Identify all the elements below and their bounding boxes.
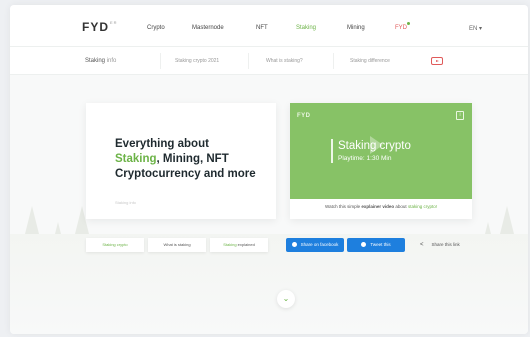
page-frame: FYDER Crypto Masternode NFT Staking Mini… bbox=[10, 5, 528, 334]
divider bbox=[248, 53, 249, 69]
subnav-link-staking-2021[interactable]: Staking crypto 2021 bbox=[175, 58, 219, 64]
language-selector[interactable]: EN ▾ bbox=[469, 25, 482, 32]
share-facebook-button[interactable]: Share on facebook bbox=[286, 238, 344, 252]
chevron-down-icon[interactable]: ⌄ bbox=[277, 290, 295, 308]
logo-text: FYD bbox=[82, 20, 109, 34]
video-title-bar bbox=[331, 139, 333, 163]
breadcrumb: Staking info bbox=[85, 58, 116, 64]
nav-item-staking[interactable]: Staking bbox=[296, 25, 316, 31]
logo-sup: ER bbox=[110, 20, 118, 25]
video-card: FYD i Staking crypto Playtime: 1:30 Min … bbox=[290, 103, 472, 219]
headline-staking: Staking bbox=[115, 153, 157, 165]
caption-prefix: Watch this simple bbox=[325, 204, 361, 209]
nav-item-masternode[interactable]: Masternode bbox=[192, 25, 224, 31]
pill-text: What is staking bbox=[163, 242, 191, 247]
hero-text-card: Everything about Staking, Mining, NFT Cr… bbox=[86, 103, 276, 219]
new-dot-icon bbox=[407, 22, 410, 25]
sub-navigation: Staking info Staking crypto 2021 What is… bbox=[10, 47, 528, 75]
facebook-label: Share on facebook bbox=[300, 242, 339, 247]
nav-item-mining[interactable]: Mining bbox=[347, 25, 365, 31]
share-link-button[interactable]: < Share this link bbox=[420, 238, 472, 252]
explainer-video[interactable]: FYD i Staking crypto Playtime: 1:30 Min bbox=[290, 103, 472, 199]
youtube-icon[interactable] bbox=[431, 57, 443, 65]
share-link-label: Share this link bbox=[431, 242, 460, 247]
divider bbox=[333, 53, 334, 69]
video-logo: FYD bbox=[297, 113, 311, 119]
hero-headline: Everything about Staking, Mining, NFT Cr… bbox=[115, 137, 285, 182]
brand-logo[interactable]: FYDER bbox=[82, 20, 118, 34]
pill-what-is-staking[interactable]: What is staking bbox=[148, 238, 206, 252]
headline-line3: Cryptocurrency and more bbox=[115, 168, 256, 180]
video-title: Staking crypto bbox=[338, 140, 411, 152]
caption-mid: about bbox=[395, 204, 407, 209]
twitter-icon bbox=[361, 242, 367, 247]
pill-green-text: Staking crypto bbox=[102, 242, 128, 247]
top-navigation: FYDER Crypto Masternode NFT Staking Mini… bbox=[10, 5, 528, 47]
subnav-link-what-is-staking[interactable]: What is staking? bbox=[266, 58, 303, 64]
pill-staking-crypto[interactable]: Staking crypto bbox=[86, 238, 144, 252]
breadcrumb-current: info bbox=[106, 58, 117, 64]
caption-link[interactable]: staking crypto! bbox=[408, 204, 437, 209]
pill-green-text: Staking bbox=[223, 242, 237, 247]
headline-rest: , Mining, NFT bbox=[156, 153, 229, 165]
divider bbox=[160, 53, 161, 69]
pill-staking-explained[interactable]: Staking explained bbox=[210, 238, 268, 252]
faint-text: Staking info bbox=[115, 200, 136, 205]
nav-item-crypto[interactable]: Crypto bbox=[147, 25, 165, 31]
video-caption: Watch this simple explainer video about … bbox=[290, 204, 472, 209]
share-icon: < bbox=[420, 242, 424, 248]
breadcrumb-root[interactable]: Staking bbox=[85, 58, 105, 64]
pill-text: explained bbox=[237, 242, 255, 247]
headline-prefix: Everything about bbox=[115, 138, 209, 150]
video-playtime: Playtime: 1:30 Min bbox=[338, 155, 392, 162]
info-icon[interactable]: i bbox=[456, 111, 464, 120]
twitter-label: Tweet this bbox=[370, 242, 391, 247]
subnav-link-staking-difference[interactable]: Staking difference bbox=[350, 58, 390, 64]
nav-item-nft[interactable]: NFT bbox=[256, 25, 268, 31]
facebook-icon bbox=[291, 242, 297, 247]
share-twitter-button[interactable]: Tweet this bbox=[347, 238, 405, 252]
caption-bold: explainer video bbox=[361, 204, 395, 209]
nav-item-fyd-label: FYD bbox=[395, 25, 407, 31]
nav-item-fyd[interactable]: FYD bbox=[395, 22, 410, 31]
